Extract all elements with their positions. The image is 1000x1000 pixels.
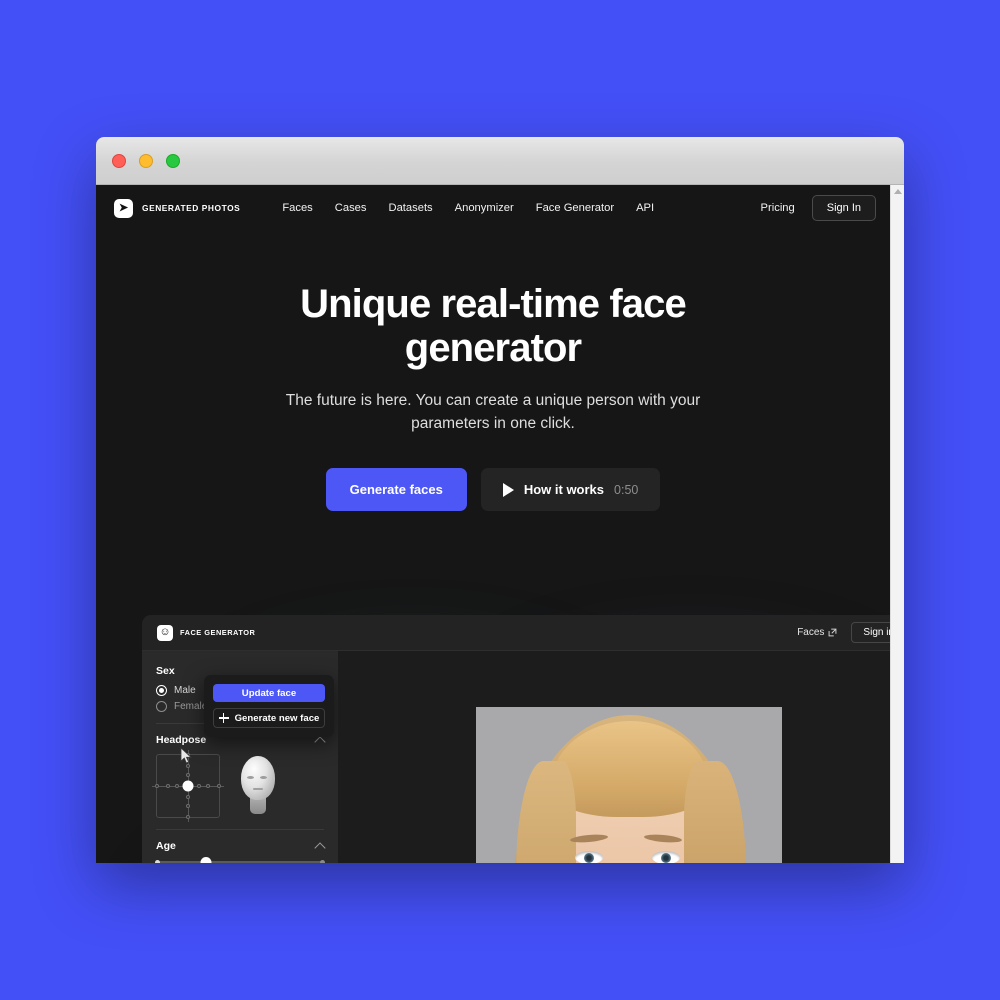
nav-link-api[interactable]: API (636, 202, 654, 214)
headpose-dot[interactable] (175, 784, 180, 788)
headpose-dot[interactable] (165, 784, 170, 788)
scrollbar-up-arrow-icon[interactable] (894, 189, 902, 194)
headpose-handle[interactable] (182, 780, 194, 792)
generate-new-face-button[interactable]: Generate new face (213, 708, 325, 728)
age-slider-track[interactable] (155, 857, 325, 863)
chevron-up-icon (314, 841, 326, 854)
how-it-works-button[interactable]: How it works 0:50 (480, 468, 661, 512)
brand-logo[interactable]: ➤ GENERATED PHOTOS (114, 198, 241, 218)
headpose-dot[interactable] (217, 784, 221, 788)
hero-section: Unique real-time face generator The futu… (96, 231, 890, 512)
nav-link-cases[interactable]: Cases (335, 202, 367, 214)
mouse-cursor-icon (180, 747, 193, 764)
nav-link-pricing[interactable]: Pricing (761, 202, 795, 214)
age-slider-start-cap (155, 860, 160, 863)
age-slider-end-cap (320, 860, 325, 863)
signin-button[interactable]: Sign In (811, 195, 876, 221)
head-model-skull (241, 756, 275, 800)
face-generator-controls-panel: Sex Male Female Headpose Age Update face… (142, 651, 338, 863)
how-it-works-label: How it works (523, 482, 605, 498)
window-titlebar (96, 137, 904, 185)
play-icon (502, 482, 514, 497)
portrait-iris-right (661, 853, 671, 863)
nav-right-group: Pricing Sign In (761, 195, 876, 221)
play-chevron-icon: ➤ (114, 198, 133, 218)
face-generator-stage (338, 651, 890, 863)
site-navigation-bar: ➤ GENERATED PHOTOS Faces Cases Datasets … (96, 185, 890, 231)
sex-section-title: Sex (156, 665, 175, 677)
brand-name: GENERATED PHOTOS (142, 203, 241, 213)
age-section-title: Age (156, 840, 176, 852)
face-generator-app: ☺ FACE GENERATOR Faces Sign in (142, 615, 890, 863)
portrait-hair-right (684, 761, 746, 863)
nav-link-face-generator[interactable]: Face Generator (536, 202, 614, 214)
face-generator-topbar: ☺ FACE GENERATOR Faces Sign in (142, 615, 890, 651)
face-smiley-icon: ☺ (157, 624, 173, 641)
face-generator-signin-button[interactable]: Sign in (851, 622, 890, 643)
nav-link-faces[interactable]: Faces (282, 202, 312, 214)
head-model-eye-left (247, 776, 254, 779)
external-link-icon (829, 628, 837, 637)
window-minimize-button[interactable] (139, 153, 153, 168)
sex-option-male-label: Male (174, 685, 196, 696)
video-duration: 0:50 (614, 482, 639, 497)
headpose-dot[interactable] (186, 794, 190, 799)
age-slider-handle[interactable] (200, 857, 212, 863)
generated-portrait-image[interactable] (476, 707, 782, 863)
headpose-dot[interactable] (155, 784, 159, 788)
face-generator-topbar-right: Faces Sign in (797, 622, 890, 643)
vertical-scrollbar[interactable] (890, 185, 904, 863)
head-model-preview (232, 754, 284, 818)
portrait-hair-left (516, 761, 576, 863)
portrait-iris-left (584, 853, 594, 863)
headpose-section-title: Headpose (156, 734, 207, 746)
face-generator-brand-label: FACE GENERATOR (180, 628, 256, 637)
headpose-dot[interactable] (186, 773, 190, 778)
age-slider-wrap: Younger Older (155, 857, 325, 863)
page-content: ➤ GENERATED PHOTOS Faces Cases Datasets … (96, 185, 890, 863)
head-model-mouth (253, 788, 263, 790)
nav-link-datasets[interactable]: Datasets (389, 202, 433, 214)
radio-female-icon (156, 701, 167, 712)
update-face-popup: Update face Generate new face (204, 675, 334, 737)
generate-new-face-label: Generate new face (234, 712, 320, 724)
divider (156, 829, 324, 830)
head-model-eye-right (260, 776, 267, 779)
face-generator-brand[interactable]: ☺ FACE GENERATOR (142, 624, 338, 641)
headpose-dot[interactable] (186, 804, 190, 809)
plus-icon (218, 713, 229, 723)
hero-subtitle: The future is here. You can create a uni… (285, 392, 701, 433)
portrait-eye-right (652, 851, 680, 863)
chevron-up-icon (314, 735, 326, 748)
hero-title: Unique real-time face generator (300, 282, 687, 370)
headpose-dot[interactable] (196, 784, 201, 788)
headpose-dot[interactable] (206, 784, 211, 788)
hero-actions: Generate faces How it works 0:50 (96, 468, 890, 512)
update-face-button[interactable]: Update face (213, 684, 325, 702)
generate-faces-button[interactable]: Generate faces (325, 468, 467, 512)
portrait-eye-left (575, 851, 603, 863)
window-maximize-button[interactable] (166, 153, 180, 168)
headpose-dot[interactable] (186, 815, 190, 819)
browser-viewport: ➤ GENERATED PHOTOS Faces Cases Datasets … (96, 185, 904, 863)
faces-link-label: Faces (797, 627, 825, 638)
window-close-button[interactable] (112, 153, 126, 168)
nav-links: Faces Cases Datasets Anonymizer Face Gen… (282, 202, 654, 214)
nav-link-anonymizer[interactable]: Anonymizer (455, 202, 514, 214)
sex-option-female-label: Female (174, 701, 208, 712)
face-generator-body: Sex Male Female Headpose Age Update face… (142, 651, 890, 863)
browser-window: ➤ GENERATED PHOTOS Faces Cases Datasets … (96, 137, 904, 863)
face-generator-faces-link[interactable]: Faces (797, 627, 837, 638)
age-section-header[interactable]: Age (156, 840, 326, 854)
radio-male-icon (156, 685, 167, 696)
